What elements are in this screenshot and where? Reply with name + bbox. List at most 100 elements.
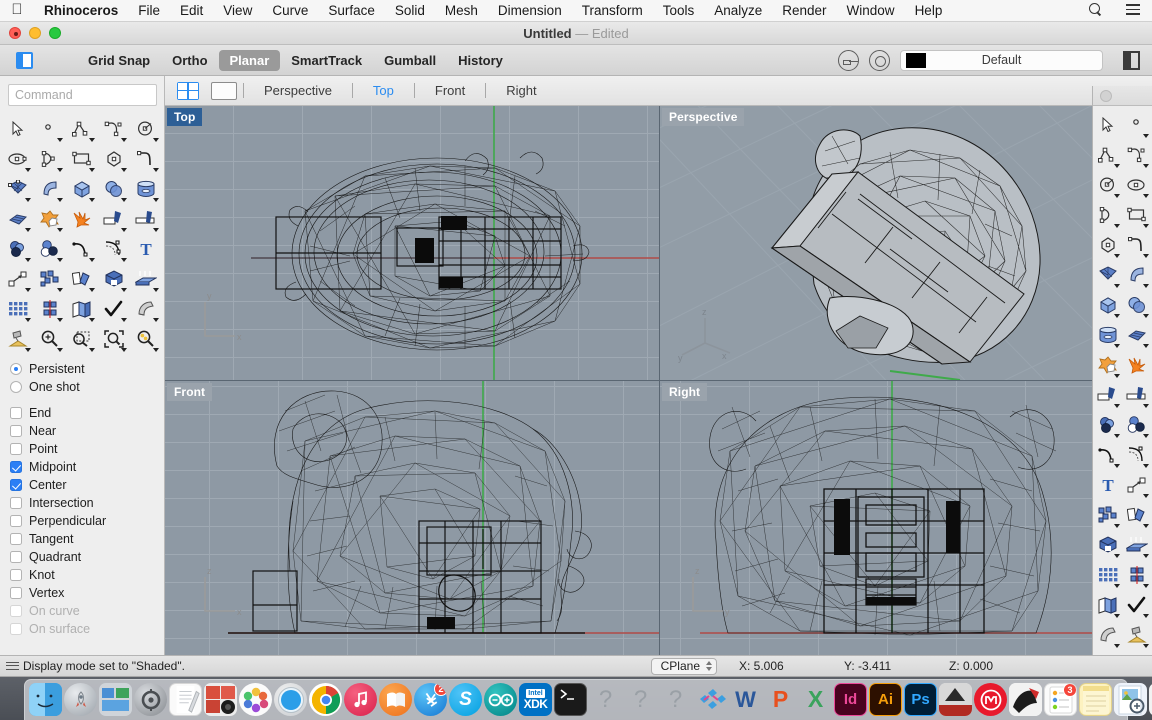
- rectangle-icon[interactable]: [66, 144, 98, 174]
- box-icon[interactable]: [1093, 290, 1123, 320]
- offset-curve-icon[interactable]: [98, 234, 130, 264]
- grid-array-icon[interactable]: [1093, 560, 1123, 590]
- box-edit-icon[interactable]: [98, 264, 130, 294]
- checkbox-quadrant-icon[interactable]: [10, 551, 22, 563]
- minimize-window-button[interactable]: [29, 27, 41, 39]
- four-view-layout-icon[interactable]: [177, 82, 199, 100]
- cplane-selector[interactable]: CPlane: [651, 658, 717, 675]
- dock-item-mission-control[interactable]: [99, 683, 132, 716]
- checkbox-point-icon[interactable]: [10, 443, 22, 455]
- text-icon[interactable]: T: [130, 234, 162, 264]
- rectangle-icon[interactable]: [1123, 200, 1152, 230]
- array-icon[interactable]: [34, 264, 66, 294]
- dock-item-skype[interactable]: S: [449, 683, 482, 716]
- dock-item-unknown-2[interactable]: ?: [624, 683, 657, 716]
- split-icon[interactable]: [1123, 380, 1152, 410]
- boolean-union-icon[interactable]: [34, 204, 66, 234]
- right-palette-header[interactable]: [1093, 86, 1152, 106]
- grid-array-icon[interactable]: [2, 294, 34, 324]
- menu-rhinoceros[interactable]: Rhinoceros: [34, 0, 128, 22]
- radio-persistent-icon[interactable]: [10, 363, 22, 375]
- curve-blend-icon[interactable]: [130, 144, 162, 174]
- dock-item-meshmixer[interactable]: [1009, 683, 1042, 716]
- viewport-top[interactable]: y x Top: [165, 106, 659, 380]
- boolean-intersection-icon[interactable]: [1123, 410, 1152, 440]
- offset-curve-icon[interactable]: [1123, 440, 1152, 470]
- sphere-icon[interactable]: [1123, 290, 1152, 320]
- dock-item-arduino[interactable]: [484, 683, 517, 716]
- dock-item-makerbot[interactable]: [974, 683, 1007, 716]
- select-arrow-icon[interactable]: [1093, 110, 1123, 140]
- menu-solid[interactable]: Solid: [385, 0, 435, 22]
- array-icon[interactable]: [1093, 500, 1123, 530]
- dock-item-photos[interactable]: [239, 683, 272, 716]
- check-icon[interactable]: [1123, 590, 1152, 620]
- dock-item-illustrator[interactable]: Ai: [869, 683, 902, 716]
- render-icon[interactable]: [1123, 620, 1152, 650]
- render-icon[interactable]: [2, 324, 34, 354]
- tab-front[interactable]: Front: [421, 83, 479, 98]
- curve-interpolate-icon[interactable]: [1123, 140, 1152, 170]
- viewport-front[interactable]: z x Front: [165, 381, 659, 655]
- menu-render[interactable]: Render: [772, 0, 836, 22]
- menu-help[interactable]: Help: [905, 0, 953, 22]
- osnap-quadrant[interactable]: Quadrant: [10, 548, 164, 566]
- dock-item-preview[interactable]: [1114, 683, 1147, 716]
- layer-lock-icon[interactable]: [838, 50, 859, 71]
- polyline-icon[interactable]: [66, 114, 98, 144]
- menu-tools[interactable]: Tools: [653, 0, 705, 22]
- polygon-icon[interactable]: [98, 144, 130, 174]
- menu-mesh[interactable]: Mesh: [435, 0, 488, 22]
- rotate-icon[interactable]: [66, 264, 98, 294]
- zoom-window-icon[interactable]: [66, 324, 98, 354]
- dock-item-microsoft-word[interactable]: W: [729, 683, 762, 716]
- extrude-icon[interactable]: [1123, 530, 1152, 560]
- surface-control-points-icon[interactable]: [1093, 260, 1123, 290]
- toggle-smarttrack[interactable]: SmartTrack: [280, 50, 373, 71]
- arc-icon[interactable]: [1093, 200, 1123, 230]
- osnap-center[interactable]: Center: [10, 476, 164, 494]
- close-window-button[interactable]: [9, 27, 21, 39]
- tab-perspective[interactable]: Perspective: [250, 83, 346, 98]
- checkbox-center-icon[interactable]: [10, 479, 22, 491]
- tab-top[interactable]: Top: [359, 83, 408, 98]
- toggle-grid-snap[interactable]: Grid Snap: [77, 50, 161, 71]
- checkbox-end-icon[interactable]: [10, 407, 22, 419]
- circle-center-icon[interactable]: [130, 114, 162, 144]
- trim-icon[interactable]: [98, 204, 130, 234]
- menu-view[interactable]: View: [213, 0, 262, 22]
- dock-item-photo-booth[interactable]: [204, 683, 237, 716]
- osnap-perpendicular[interactable]: Perpendicular: [10, 512, 164, 530]
- cone-icon[interactable]: [130, 294, 162, 324]
- dock-item-finder[interactable]: [29, 683, 62, 716]
- dock-item-app-store[interactable]: 2: [414, 683, 447, 716]
- osnap-knot[interactable]: Knot: [10, 566, 164, 584]
- osnap-near[interactable]: Near: [10, 422, 164, 440]
- menu-transform[interactable]: Transform: [572, 0, 653, 22]
- osnap-mode-persistent[interactable]: Persistent: [10, 360, 164, 378]
- mirror-icon[interactable]: [1123, 560, 1152, 590]
- explode-icon[interactable]: [66, 204, 98, 234]
- control-center-icon[interactable]: [1114, 3, 1152, 18]
- dock-item-chrome[interactable]: [309, 683, 342, 716]
- dock-item-rhinoceros[interactable]: [694, 683, 727, 716]
- boolean-union-icon[interactable]: [1093, 350, 1123, 380]
- dock-item-safari[interactable]: [274, 683, 307, 716]
- dock-item-system-preferences[interactable]: [134, 683, 167, 716]
- cylinder-icon[interactable]: [130, 174, 162, 204]
- text-icon[interactable]: T: [1093, 470, 1123, 500]
- maximize-window-button[interactable]: [49, 27, 61, 39]
- viewport-right[interactable]: z y Right: [660, 381, 1092, 655]
- menu-file[interactable]: File: [128, 0, 170, 22]
- box-icon[interactable]: [66, 174, 98, 204]
- cylinder-icon[interactable]: [1093, 320, 1123, 350]
- surface-sweep-icon[interactable]: [34, 174, 66, 204]
- dock-item-ibooks[interactable]: [379, 683, 412, 716]
- status-menu-icon[interactable]: [6, 662, 19, 671]
- rotate-icon[interactable]: [1123, 500, 1152, 530]
- dock-item-terminal[interactable]: [554, 683, 587, 716]
- boolean-difference-icon[interactable]: [2, 234, 34, 264]
- curve-blend-icon[interactable]: [1123, 230, 1152, 260]
- toggle-history[interactable]: History: [447, 50, 514, 71]
- dock-item-launchpad[interactable]: [64, 683, 97, 716]
